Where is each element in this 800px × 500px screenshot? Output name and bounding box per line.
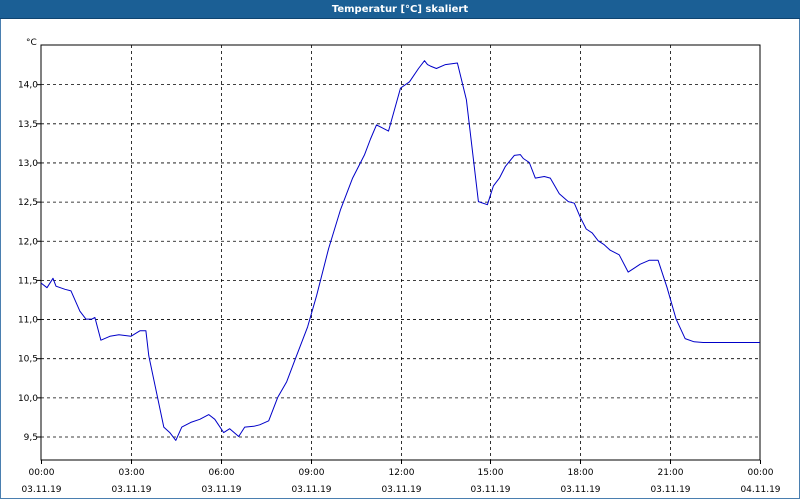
temperature-series-line [40, 60, 760, 441]
plot-area-border [40, 44, 761, 461]
x-tick-date-label: 03.11.19 [201, 485, 241, 495]
y-tick-label: 11,0 [18, 316, 38, 326]
y-tick-label: 12,0 [18, 237, 38, 247]
x-axis: 00:00 03.11.19 03:00 03.11.19 06:00 03.11.19 0… [21, 460, 781, 495]
y-tick-label: 11,5 [18, 276, 38, 286]
y-tick-label: 10,0 [18, 394, 38, 404]
y-tick-label: 13,5 [18, 120, 38, 130]
chart-frame: °C 9,5 10,0 10,5 11,0 11,5 12,0 12,5 13,0 13,5 14… [0, 19, 800, 499]
y-axis-unit-label: °C [26, 38, 37, 48]
x-tick-time-label: 06:00 [209, 468, 235, 478]
grid [41, 45, 760, 460]
x-tick-date-label: 03.11.19 [381, 485, 421, 495]
x-tick-date-label: 04.11.19 [740, 485, 780, 495]
window-title: Temperatur [°C] skaliert [331, 3, 469, 15]
x-tick-date-label: 03.11.19 [470, 485, 510, 495]
y-axis: 9,5 10,0 10,5 11,0 11,5 12,0 12,5 13,0 13,5 14,0 [18, 81, 41, 443]
x-tick-time-label: 15:00 [478, 468, 504, 478]
x-tick-date-label: 03.11.19 [560, 485, 600, 495]
x-tick-date-label: 03.11.19 [111, 485, 151, 495]
x-tick-date-label: 03.11.19 [21, 485, 61, 495]
y-tick-label: 9,5 [24, 433, 38, 443]
x-tick-time-label: 00:00 [748, 468, 774, 478]
x-tick-date-label: 03.11.19 [291, 485, 331, 495]
temperature-chart: °C 9,5 10,0 10,5 11,0 11,5 12,0 12,5 13,0 13,5 14… [18, 38, 781, 495]
x-tick-time-label: 09:00 [299, 468, 325, 478]
y-tick-label: 13,0 [18, 159, 38, 169]
window-title-bar: Temperatur [°C] skaliert [0, 0, 800, 19]
x-tick-time-label: 03:00 [119, 468, 145, 478]
y-tick-label: 12,5 [18, 198, 38, 208]
x-tick-time-label: 12:00 [389, 468, 415, 478]
x-tick-time-label: 18:00 [568, 468, 594, 478]
series-layer [40, 60, 760, 441]
x-tick-time-label: 21:00 [658, 468, 684, 478]
y-tick-label: 10,5 [18, 355, 38, 365]
x-tick-time-label: 00:00 [29, 468, 55, 478]
x-tick-date-label: 03.11.19 [650, 485, 690, 495]
y-tick-label: 14,0 [18, 81, 38, 91]
